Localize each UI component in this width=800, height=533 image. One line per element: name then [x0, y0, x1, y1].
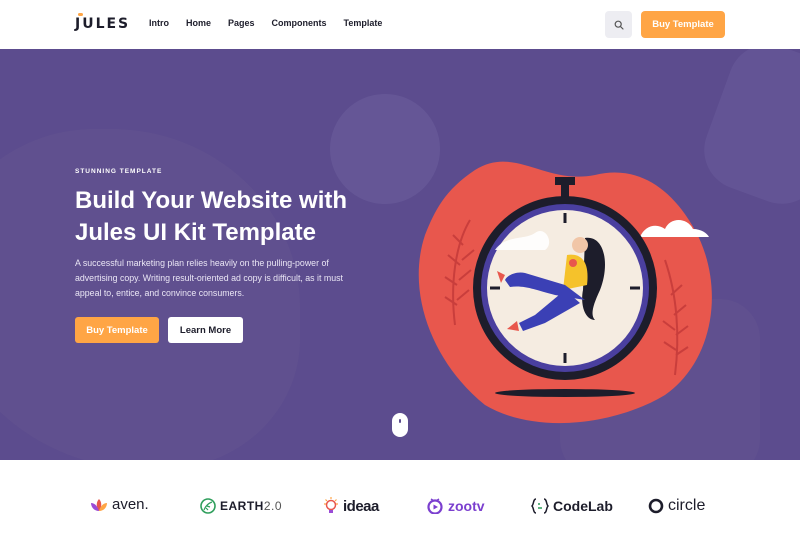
- tv-icon: [427, 498, 443, 514]
- brand-name: aven.: [112, 496, 149, 513]
- brand-earth: EARTH2.0: [200, 498, 282, 514]
- brand-aven: aven.: [90, 496, 149, 513]
- main-nav: Intro Home Pages Components Template: [149, 18, 399, 28]
- hero-buy-template-button[interactable]: Buy Template: [75, 317, 159, 343]
- nav-item-home[interactable]: Home: [186, 18, 211, 28]
- nav-item-template[interactable]: Template: [344, 18, 383, 28]
- nav-item-components[interactable]: Components: [272, 18, 327, 28]
- stopwatch-illustration: [418, 161, 712, 424]
- search-icon: [614, 20, 624, 30]
- ring-icon: [648, 498, 664, 514]
- brand-ideaa: ideaa: [323, 497, 379, 515]
- hero-learn-more-button[interactable]: Learn More: [168, 317, 243, 343]
- nav-item-intro[interactable]: Intro: [149, 18, 169, 28]
- jules-logo[interactable]: JULES: [75, 13, 131, 32]
- brand-circle: circle: [648, 497, 705, 515]
- bulb-icon: [324, 497, 338, 513]
- logo-text: JULES: [75, 16, 131, 32]
- brand-name: EARTH2.0: [220, 499, 282, 513]
- hero-description: A successful marketing plan relies heavi…: [75, 258, 343, 298]
- brand-name: circle: [668, 497, 706, 514]
- hero-headline: Build Your Website with Jules UI Kit Tem…: [75, 187, 348, 246]
- scroll-down-mouse-icon[interactable]: [392, 413, 408, 437]
- search-button[interactable]: [605, 11, 632, 38]
- leaf-globe-icon: [200, 498, 216, 514]
- brand-zootv: zootv: [426, 498, 485, 514]
- hero-section: STUNNING TEMPLATE Build Your Website wit…: [0, 49, 800, 460]
- lotus-icon: [91, 498, 107, 511]
- brand-logos-strip: aven. EARTH2.0 ideaa zootv CodeLab circl…: [0, 460, 800, 533]
- braces-icon: [531, 498, 549, 514]
- header-buy-template-button[interactable]: Buy Template: [641, 11, 725, 38]
- nav-item-pages[interactable]: Pages: [228, 18, 255, 28]
- brand-name: CodeLab: [553, 498, 613, 514]
- logo-accent-mark: [78, 13, 83, 16]
- brand-name: zootv: [448, 498, 485, 514]
- brand-codelab: CodeLab: [531, 498, 613, 514]
- site-header: JULES Intro Home Pages Components Templa…: [0, 0, 800, 49]
- brand-name: ideaa: [343, 497, 379, 515]
- brand-name-main: EARTH: [220, 499, 264, 513]
- hero-eyebrow: STUNNING TEMPLATE: [75, 168, 163, 175]
- brand-name-suffix: 2.0: [263, 499, 283, 513]
